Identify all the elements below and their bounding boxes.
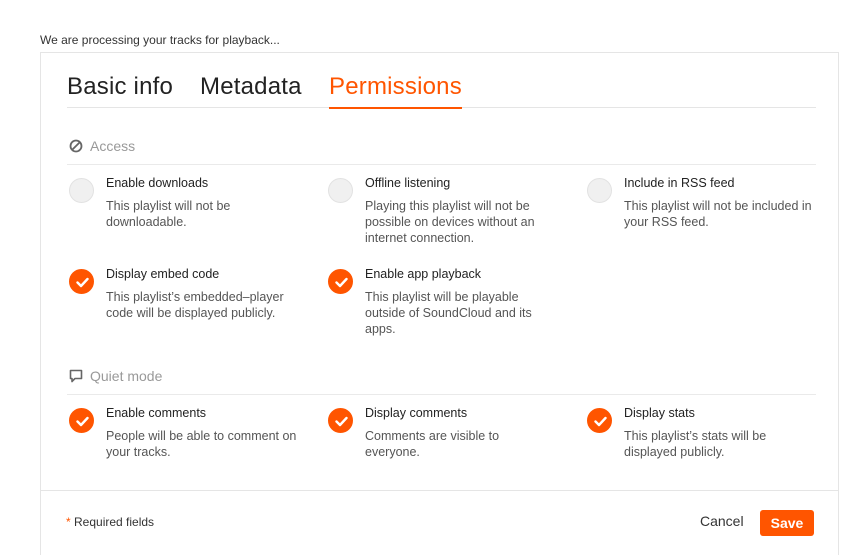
- edit-panel: Basic info Metadata Permissions Access E…: [40, 52, 839, 555]
- option-description: Comments are visible to everyone.: [365, 429, 500, 459]
- tab-bar: Basic info Metadata Permissions: [67, 71, 816, 109]
- quiet-mode-section-header: Quiet mode: [67, 368, 816, 395]
- option-description: This playlist’s embedded–player code wil…: [106, 290, 284, 320]
- tab-permissions[interactable]: Permissions: [329, 73, 462, 109]
- option-label: Enable comments: [106, 406, 207, 420]
- required-star: *: [66, 515, 71, 529]
- option-description: This playlist will not be included in yo…: [624, 199, 812, 229]
- tab-metadata[interactable]: Metadata: [200, 73, 302, 107]
- option-description: Playing this playlist will not be possib…: [365, 199, 535, 245]
- offline-listening-checkbox[interactable]: [328, 178, 353, 203]
- checkmark-icon: [335, 277, 348, 288]
- processing-status: We are processing your tracks for playba…: [40, 33, 280, 47]
- option-description: People will be able to comment on your t…: [106, 429, 297, 459]
- option-label: Include in RSS feed: [624, 176, 735, 190]
- option-description: This playlist will be playable outside o…: [365, 290, 532, 336]
- option-label: Display embed code: [106, 267, 220, 281]
- display-stats-checkbox[interactable]: [587, 408, 612, 433]
- required-fields-note: * Required fields: [66, 515, 154, 529]
- include-rss-checkbox[interactable]: [587, 178, 612, 203]
- enable-app-playback-checkbox[interactable]: [328, 269, 353, 294]
- option-description: This playlist’s stats will be displayed …: [624, 429, 767, 459]
- option-label: Enable downloads: [106, 176, 209, 190]
- option-label: Enable app playback: [365, 267, 482, 281]
- footer-divider: [41, 490, 838, 491]
- tab-basic-info[interactable]: Basic info: [67, 73, 173, 107]
- checkmark-icon: [76, 416, 89, 427]
- display-embed-checkbox[interactable]: [69, 269, 94, 294]
- enable-downloads-checkbox[interactable]: [69, 178, 94, 203]
- no-entry-icon: [69, 139, 83, 153]
- checkmark-icon: [76, 277, 89, 288]
- cancel-button[interactable]: Cancel: [700, 513, 744, 529]
- option-description: This playlist will not be downloadable.: [106, 199, 231, 229]
- required-fields-text: Required fields: [74, 515, 155, 529]
- save-button[interactable]: Save: [760, 510, 814, 536]
- speech-bubble-icon: [69, 369, 83, 383]
- checkmark-icon: [594, 416, 607, 427]
- access-section-header: Access: [67, 138, 816, 165]
- enable-comments-checkbox[interactable]: [69, 408, 94, 433]
- checkmark-icon: [335, 416, 348, 427]
- access-section-title: Access: [90, 138, 136, 154]
- quiet-mode-section-title: Quiet mode: [90, 368, 163, 384]
- option-label: Display stats: [624, 406, 695, 420]
- display-comments-checkbox[interactable]: [328, 408, 353, 433]
- option-label: Offline listening: [365, 176, 451, 190]
- option-label: Display comments: [365, 406, 468, 420]
